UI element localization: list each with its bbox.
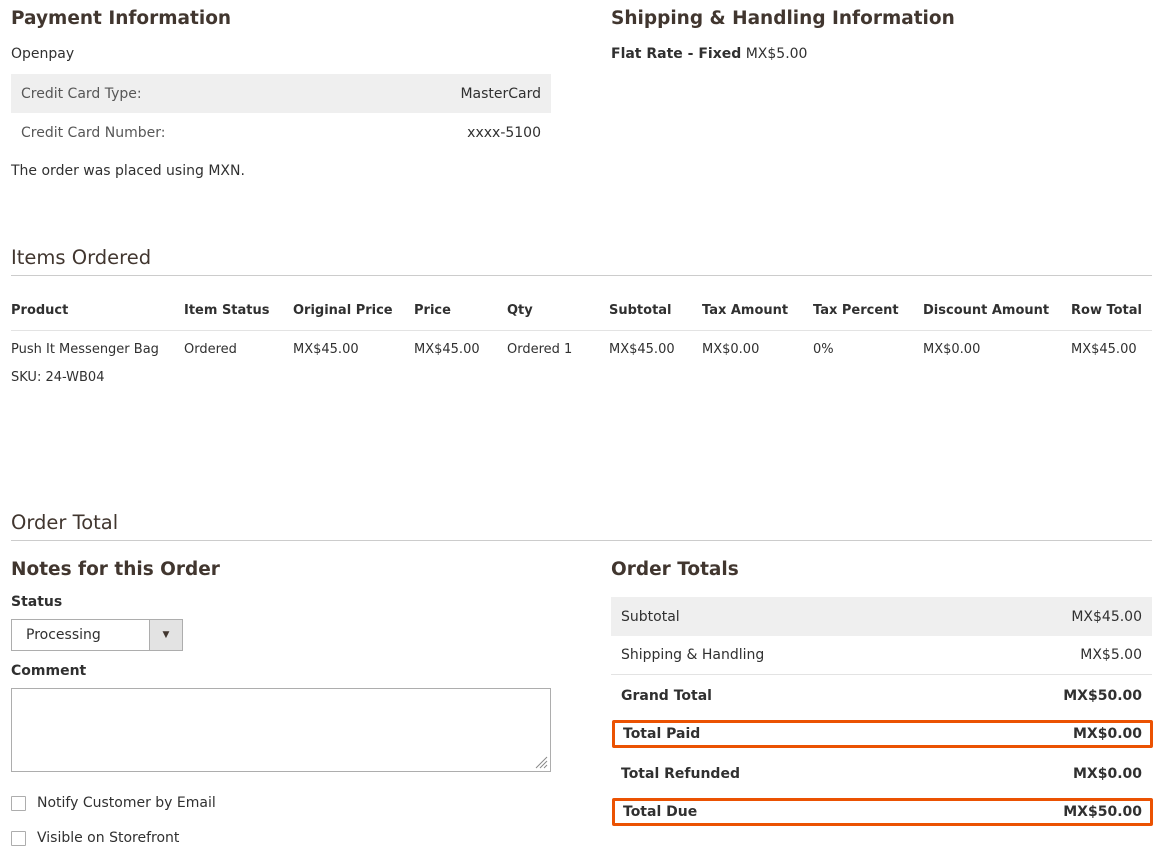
comment-textarea[interactable] [11, 688, 551, 772]
items-divider [11, 275, 1152, 276]
col-discount-amount: Discount Amount [923, 303, 1050, 318]
original-price: MX$45.00 [293, 342, 359, 357]
totals-row-subtotal: Subtotal MX$45.00 [611, 597, 1152, 636]
visible-label: Visible on Storefront [37, 830, 180, 846]
payment-method: Openpay [11, 46, 75, 62]
totals-total-paid-value: MX$0.00 [1072, 726, 1142, 742]
card-type-value: MasterCard [460, 85, 541, 102]
totals-row-total-paid: Total Paid MX$0.00 [612, 720, 1153, 748]
chevron-down-icon[interactable]: ▼ [149, 620, 182, 650]
discount-amount: MX$0.00 [923, 342, 981, 357]
col-subtotal: Subtotal [609, 303, 672, 318]
items-ordered-title: Items Ordered [11, 246, 152, 269]
card-type-row: Credit Card Type: MasterCard [11, 74, 551, 113]
subtotal: MX$45.00 [609, 342, 675, 357]
qty: Ordered 1 [507, 342, 573, 357]
totals-total-refunded-value: MX$0.00 [1072, 765, 1142, 782]
order-totals-title: Order Totals [611, 559, 739, 580]
totals-subtotal-value: MX$45.00 [1071, 608, 1142, 625]
totals-total-due-value: MX$50.00 [1063, 804, 1142, 820]
card-number-label: Credit Card Number: [21, 124, 166, 141]
col-price: Price [414, 303, 451, 318]
payment-info-title: Payment Information [11, 8, 232, 29]
totals-row-shipping: Shipping & Handling MX$5.00 [611, 636, 1152, 675]
totals-total-refunded-label: Total Refunded [621, 765, 740, 782]
shipping-method-price: MX$5.00 [745, 46, 808, 62]
item-status: Ordered [184, 342, 237, 357]
card-number-row: Credit Card Number: xxxx-5100 [11, 113, 551, 152]
product-name: Push It Messenger Bag [11, 342, 159, 357]
tax-percent: 0% [813, 342, 834, 357]
status-select-value: Processing [26, 627, 101, 643]
totals-row-total-refunded: Total Refunded MX$0.00 [611, 754, 1152, 793]
visible-checkbox[interactable] [11, 831, 26, 846]
col-tax-percent: Tax Percent [813, 303, 899, 318]
col-qty: Qty [507, 303, 533, 318]
status-select[interactable]: Processing ▼ [11, 619, 183, 651]
order-total-divider [11, 540, 1152, 541]
notify-label: Notify Customer by Email [37, 795, 216, 811]
totals-grand-total-value: MX$50.00 [1063, 687, 1142, 704]
shipping-method: Flat Rate - Fixed MX$5.00 [611, 46, 807, 62]
totals-subtotal-label: Subtotal [621, 608, 680, 625]
comment-label: Comment [11, 663, 87, 679]
resize-grip-icon[interactable] [535, 756, 548, 769]
col-tax-amount: Tax Amount [702, 303, 789, 318]
row-total: MX$45.00 [1071, 342, 1137, 357]
totals-shipping-label: Shipping & Handling [621, 647, 765, 663]
totals-row-total-due: Total Due MX$50.00 [612, 798, 1153, 826]
price: MX$45.00 [414, 342, 480, 357]
card-type-label: Credit Card Type: [21, 85, 142, 102]
totals-shipping-value: MX$5.00 [1080, 647, 1142, 663]
order-total-title: Order Total [11, 511, 119, 534]
tax-amount: MX$0.00 [702, 342, 760, 357]
col-item-status: Item Status [184, 303, 270, 318]
shipping-info-title: Shipping & Handling Information [611, 8, 955, 29]
shipping-method-label: Flat Rate - Fixed [611, 46, 742, 62]
table-header-divider [11, 330, 1152, 331]
totals-row-grand-total: Grand Total MX$50.00 [611, 676, 1152, 715]
status-label: Status [11, 594, 63, 610]
card-number-value: xxxx-5100 [467, 124, 541, 141]
notify-checkbox[interactable] [11, 796, 26, 811]
notes-title: Notes for this Order [11, 559, 220, 580]
totals-total-paid-label: Total Paid [623, 726, 701, 742]
col-original-price: Original Price [293, 303, 393, 318]
col-product: Product [11, 303, 69, 318]
col-row-total: Row Total [1071, 303, 1142, 318]
currency-note: The order was placed using MXN. [11, 163, 245, 179]
totals-grand-total-label: Grand Total [621, 687, 712, 704]
totals-total-due-label: Total Due [623, 804, 698, 820]
product-sku: SKU: 24-WB04 [11, 370, 105, 385]
